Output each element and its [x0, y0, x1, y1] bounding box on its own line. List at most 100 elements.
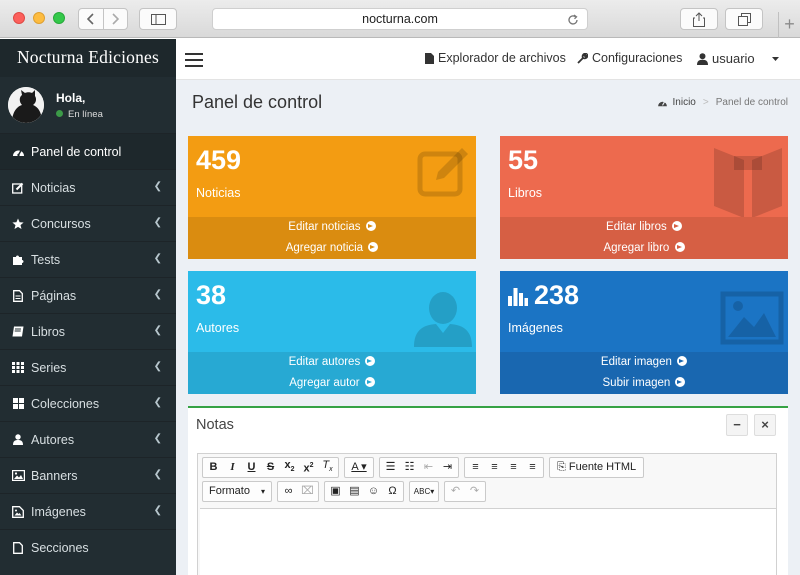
unlink-icon[interactable]: ⌧ [298, 482, 317, 501]
sidebar-item-noticias[interactable]: Noticias ❮ [0, 169, 176, 205]
settings-link[interactable]: Configuraciones [577, 51, 682, 65]
minimize-notes-button[interactable]: − [726, 414, 748, 436]
edit-books-link[interactable]: Editar libros [500, 217, 788, 238]
numbered-list-icon[interactable]: ☰ [381, 458, 400, 477]
sidebar-item-paginas[interactable]: Páginas ❮ [0, 277, 176, 313]
superscript-button[interactable]: x2 [299, 456, 318, 479]
sidebar-item-imagenes[interactable]: Imágenes ❮ [0, 493, 176, 529]
spellcheck-icon[interactable]: ABC▾ [411, 482, 437, 501]
add-author-link[interactable]: Agregar autor [188, 373, 476, 394]
sidebar-toggle-button[interactable] [139, 8, 177, 30]
user-menu[interactable]: usuario [697, 51, 783, 66]
main-content: Panel de control Inicio > Panel de contr… [176, 80, 800, 575]
undo-icon[interactable]: ↶ [446, 482, 465, 501]
redo-icon[interactable]: ↷ [465, 482, 484, 501]
breadcrumb: Inicio > Panel de control [657, 97, 788, 108]
bold-button[interactable]: B [204, 458, 223, 477]
add-book-link[interactable]: Agregar libro [500, 238, 788, 259]
file-explorer-link[interactable]: Explorador de archivos [425, 51, 566, 65]
source-html-button[interactable]: ⎘ Fuente HTML [551, 458, 642, 477]
remove-format-button[interactable]: Tx [318, 456, 337, 479]
stat-label: Imágenes [508, 321, 563, 335]
forward-button[interactable] [102, 9, 128, 29]
tabs-button[interactable] [725, 8, 763, 30]
picture-icon [720, 291, 784, 348]
smiley-icon[interactable]: ☺ [364, 482, 383, 501]
sidebar-item-tests[interactable]: Tests ❮ [0, 241, 176, 277]
sidebar-item-label: Concursos [31, 216, 91, 231]
strikethrough-button[interactable]: S [261, 458, 280, 477]
sidebar-item-banners[interactable]: Banners ❮ [0, 457, 176, 493]
special-char-icon[interactable]: Ω [383, 482, 402, 501]
add-news-link[interactable]: Agregar noticia [188, 238, 476, 259]
share-icon [693, 11, 705, 27]
bulleted-list-icon[interactable]: ☷ [400, 458, 419, 477]
history-nav [78, 8, 128, 30]
status-label: En línea [68, 109, 103, 120]
align-right-icon[interactable]: ≡ [504, 458, 523, 477]
close-notes-button[interactable]: × [754, 414, 776, 436]
indent-icon[interactable]: ⇥ [438, 458, 457, 477]
hamburger-menu-icon[interactable] [185, 53, 203, 71]
reload-icon[interactable] [567, 12, 579, 32]
breadcrumb-home[interactable]: Inicio [673, 97, 696, 108]
arrow-circle-right-icon [677, 356, 688, 366]
image-icon[interactable]: ▣ [326, 482, 345, 501]
arrow-circle-right-icon [674, 242, 685, 252]
sidebar-item-label: Noticias [31, 180, 76, 195]
edit-image-link[interactable]: Editar imagen [500, 352, 788, 373]
upload-image-link[interactable]: Subir imagen [500, 373, 788, 394]
close-window-button[interactable] [13, 12, 25, 24]
stat-links: Editar imagen Subir imagen [500, 352, 788, 394]
minimize-window-button[interactable] [33, 12, 45, 24]
new-tab-button[interactable]: + [778, 12, 800, 38]
stat-value: 55 [508, 145, 539, 175]
editor-toolbar-row-2: Formato ▾ ∞ ⌧ ▣ ▤ ☺ Ω ABC▾ ↶ ↷ [202, 481, 491, 502]
sidebar-item-label: Colecciones [31, 396, 100, 411]
file-explorer-label: Explorador de archivos [438, 51, 566, 65]
chevron-left-icon: ❮ [153, 361, 162, 372]
format-select[interactable]: Formato ▾ [202, 481, 272, 502]
sidebar-item-label: Páginas [31, 288, 77, 303]
sidebar-item-label: Tests [31, 252, 61, 267]
share-button[interactable] [680, 8, 718, 30]
text-color-button[interactable]: A ▾ [346, 458, 372, 477]
align-left-icon[interactable]: ≡ [466, 458, 485, 477]
subscript-button[interactable]: x2 [280, 456, 299, 479]
align-justify-icon[interactable]: ≡ [523, 458, 542, 477]
outdent-icon[interactable]: ⇤ [419, 458, 438, 477]
align-center-icon[interactable]: ≡ [485, 458, 504, 477]
sidebar-item-panel-de-control[interactable]: Panel de control [0, 133, 176, 169]
brand-logo[interactable]: Nocturna Ediciones [0, 39, 176, 77]
italic-button[interactable]: I [223, 458, 242, 477]
edit-authors-link[interactable]: Editar autores [188, 352, 476, 373]
editor-content-area[interactable] [200, 508, 776, 575]
link-group: ∞ ⌧ [277, 481, 319, 502]
maximize-window-button[interactable] [53, 12, 65, 24]
address-bar[interactable]: nocturna.com [212, 8, 588, 30]
images-icon [11, 505, 25, 518]
sidebar-item-libros[interactable]: Libros ❮ [0, 313, 176, 349]
arrow-circle-right-icon [675, 377, 686, 387]
arrow-circle-right-icon [364, 377, 375, 387]
sidebar-item-concursos[interactable]: Concursos ❮ [0, 205, 176, 241]
sidebar-item-colecciones[interactable]: Colecciones ❮ [0, 385, 176, 421]
sidebar-item-label: Imágenes [31, 504, 86, 519]
stat-links: Editar libros Agregar libro [500, 217, 788, 259]
th-large-icon [11, 398, 25, 409]
chevron-left-icon: ❮ [153, 181, 162, 192]
back-button[interactable] [79, 9, 103, 29]
caret-down-icon [771, 56, 779, 61]
underline-button[interactable]: U [242, 458, 261, 477]
sidebar-item-series[interactable]: Series ❮ [0, 349, 176, 385]
browser-toolbar: nocturna.com + [0, 0, 800, 38]
sidebar-menu: Panel de control Noticias ❮ Concursos ❮ … [0, 133, 176, 565]
sidebar-item-secciones[interactable]: Secciones [0, 529, 176, 565]
table-icon[interactable]: ▤ [345, 482, 364, 501]
sidebar-item-autores[interactable]: Autores ❮ [0, 421, 176, 457]
edit-news-link[interactable]: Editar noticias [188, 217, 476, 238]
image-icon [11, 470, 25, 481]
link-icon[interactable]: ∞ [279, 482, 298, 501]
stat-value: 38 [196, 280, 227, 310]
user-name: usuario [712, 51, 755, 66]
